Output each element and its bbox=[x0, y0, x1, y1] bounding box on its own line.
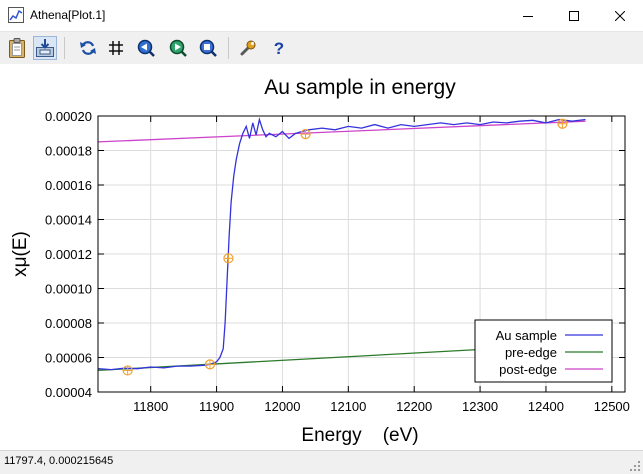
y-tick-label: 0.00010 bbox=[45, 282, 92, 297]
x-tick-label: 12500 bbox=[594, 399, 630, 414]
y-tick-label: 0.00014 bbox=[45, 213, 92, 228]
grid-icon bbox=[109, 41, 123, 55]
chart-legend: Au sample pre-edge post-edge bbox=[474, 319, 613, 383]
zoom-reset-button[interactable] bbox=[197, 37, 219, 59]
y-tick-label: 0.00018 bbox=[45, 144, 92, 159]
toolbar-separator bbox=[228, 37, 229, 59]
app-icon bbox=[8, 7, 24, 23]
copy-clipboard-button[interactable] bbox=[6, 37, 28, 59]
y-tick-label: 0.00020 bbox=[45, 109, 92, 124]
y-tick-label: 0.00008 bbox=[45, 316, 92, 331]
save-image-icon bbox=[36, 39, 54, 57]
maximize-button[interactable] bbox=[551, 0, 597, 31]
toolbar-separator bbox=[64, 37, 65, 59]
wrench-icon bbox=[240, 40, 256, 56]
close-button[interactable] bbox=[597, 0, 643, 31]
zoom-forward-icon bbox=[169, 39, 187, 57]
plot-area: Au sample in energy 11800 11900 12000 12100… bbox=[0, 64, 643, 450]
x-tick-label: 12000 bbox=[264, 399, 300, 414]
y-tick-label: 0.00006 bbox=[45, 351, 92, 366]
grid-toggle-button[interactable] bbox=[105, 37, 127, 59]
x-tick-label: 11800 bbox=[133, 399, 168, 414]
cursor-coordinates: 11797.4, 0.000215645 bbox=[4, 455, 114, 467]
close-icon bbox=[615, 10, 625, 21]
x-axis-label: Energy (eV) bbox=[301, 425, 418, 446]
legend-label-pre-edge: pre-edge bbox=[505, 345, 557, 360]
zoom-reset-icon bbox=[199, 39, 217, 57]
x-tick-label: 11900 bbox=[199, 399, 234, 414]
save-image-button[interactable] bbox=[33, 36, 57, 60]
settings-button[interactable] bbox=[237, 37, 259, 59]
toolbar: ? bbox=[0, 32, 643, 64]
legend-label-post-edge: post-edge bbox=[499, 362, 557, 377]
status-bar: 11797.4, 0.000215645 bbox=[0, 450, 643, 474]
title-bar: Athena[Plot.1] bbox=[0, 0, 643, 32]
y-tick-label: 0.00012 bbox=[45, 247, 92, 262]
legend-label-au-sample: Au sample bbox=[496, 328, 557, 343]
series-line-post-edge bbox=[97, 120, 586, 143]
refresh-icon bbox=[80, 41, 96, 55]
minimize-button[interactable] bbox=[505, 0, 551, 31]
minimize-icon bbox=[523, 15, 533, 17]
zoom-back-icon bbox=[137, 39, 155, 57]
zoom-back-button[interactable] bbox=[135, 37, 157, 59]
svg-text:?: ? bbox=[274, 39, 284, 57]
x-tick-label: 12300 bbox=[462, 399, 498, 414]
y-tick-label: 0.00016 bbox=[45, 178, 92, 193]
help-icon: ? bbox=[274, 39, 284, 57]
chart-title: Au sample in energy bbox=[264, 76, 456, 99]
help-button[interactable]: ? bbox=[268, 37, 290, 59]
xmu-energy-chart[interactable]: Au sample in energy 11800 11900 12000 12100… bbox=[0, 64, 643, 450]
window-title: Athena[Plot.1] bbox=[30, 8, 106, 22]
resize-grip-icon[interactable] bbox=[629, 460, 641, 472]
refresh-button[interactable] bbox=[77, 37, 99, 59]
y-axis-label: xμ(E) bbox=[10, 231, 31, 277]
x-tick-label: 12200 bbox=[396, 399, 432, 414]
x-tick-label: 12400 bbox=[528, 399, 564, 414]
x-tick-label: 12100 bbox=[330, 399, 366, 414]
maximize-icon bbox=[569, 10, 579, 21]
zoom-forward-button[interactable] bbox=[167, 37, 189, 59]
clipboard-icon bbox=[9, 38, 25, 58]
y-tick-label: 0.00004 bbox=[45, 385, 92, 400]
